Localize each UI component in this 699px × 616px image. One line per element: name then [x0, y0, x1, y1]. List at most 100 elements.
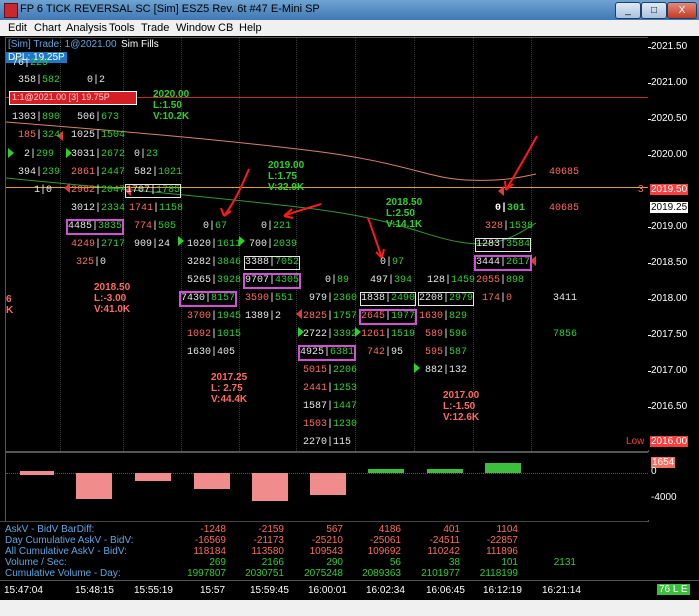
minimize-button[interactable]: _ [615, 2, 641, 19]
cell: 2962|2047 [71, 185, 126, 196]
cell: 1389|2 [245, 311, 282, 322]
cell: 1587|1447 [303, 401, 358, 412]
price-label: 2017.50 [651, 329, 688, 340]
cell-current: 0|301 [495, 203, 526, 214]
price-label: 2018.00 [651, 293, 688, 304]
bar-diff-graph[interactable] [5, 452, 649, 522]
time-axis[interactable]: 15:47:04 15:48:15 15:55:19 15:57 15:59:4… [0, 580, 699, 601]
cell: 0|97 [380, 257, 405, 268]
time-label: 15:57 [200, 585, 226, 596]
right-value: 40685 [549, 203, 580, 214]
signal-triangle-icon [530, 256, 536, 266]
cell: 328|1538 [485, 221, 534, 232]
cell: 2055|898 [476, 275, 525, 286]
right-value: 3411 [553, 293, 578, 304]
cell: 1503|1230 [303, 419, 358, 430]
menu-chart[interactable]: Chart [34, 22, 61, 34]
time-label: 16:21:14 [542, 585, 581, 596]
cell-highlight: 2208|2979 [417, 292, 475, 306]
cell: 979|2360 [309, 293, 358, 304]
cell: 358|582 [18, 75, 61, 86]
price-label: 2018.50 [651, 257, 688, 268]
menu-trade[interactable]: Trade [141, 22, 169, 34]
price-label: 2019.00 [651, 221, 688, 232]
low-label: Low [626, 436, 645, 447]
title-bar: FP 6 TICK REVERSAL SC [Sim] ESZ5 Rev. 6t… [0, 0, 699, 20]
time-label: 16:06:45 [426, 585, 465, 596]
app-icon [4, 3, 18, 18]
cell: 325|0 [76, 257, 107, 268]
cell: 174|0 [482, 293, 513, 304]
status-bar [0, 600, 699, 616]
time-label: 16:12:19 [483, 585, 522, 596]
cell-highlight: 3388|7052 [243, 256, 301, 270]
signal-triangle-icon [178, 236, 184, 246]
cell: 3282|3846 [187, 257, 242, 268]
price-label: 2021.50 [651, 41, 688, 52]
swing-annotation: 2018.50 L:-3.00 V:41.0K [94, 282, 131, 315]
current-price-label: 2019.25 [650, 202, 689, 213]
low-price-label: 2016.00 [650, 436, 689, 447]
cell: 394|239 [18, 167, 61, 178]
cell: 1303|890 [12, 112, 61, 123]
menu-edit[interactable]: Edit [8, 22, 27, 34]
price-label: 2016.50 [651, 401, 688, 412]
menu-bar: Edit Chart Analysis Tools Trade Window C… [0, 20, 699, 36]
swing-annotation: 2018.50 L:2.50 V:14.1K [386, 197, 423, 230]
cell: 742|95 [367, 347, 404, 358]
time-label: 16:00:01 [308, 585, 347, 596]
cell: 1741|1158 [129, 203, 184, 214]
menu-tools[interactable]: Tools [109, 22, 135, 34]
signal-triangle-icon [414, 363, 420, 373]
cell-highlight: 7430|8157 [178, 291, 238, 307]
cell: 3031|2672 [71, 149, 126, 160]
marker-price-label: 2019.50 [650, 184, 689, 195]
menu-window[interactable]: Window [176, 22, 215, 34]
chart-area[interactable]: [Sim] Trade: 1@2021.00 Sim Fills DPL: 19… [5, 37, 649, 452]
cell: 185|324 [18, 130, 61, 141]
cell-highlight: 1707|1785 [124, 184, 182, 198]
cell: 3012|2334 [71, 203, 126, 214]
window-title: FP 6 TICK REVERSAL SC [Sim] ESZ5 Rev. 6t… [20, 3, 320, 15]
marker-count: 3 [638, 184, 644, 195]
time-label: 15:59:45 [250, 585, 289, 596]
cell: 595|587 [425, 347, 468, 358]
cell: 700|2039 [249, 239, 298, 250]
time-label: 15:47:04 [4, 585, 43, 596]
cell: 1020|1611 [187, 239, 242, 250]
swing-annotation: 2017.00 L:-1.50 V:12.6K [443, 390, 480, 423]
status-badge: 76 L E [657, 584, 690, 595]
cell: 0|23 [134, 149, 159, 160]
cell-highlight: 4925|6381 [297, 345, 357, 361]
cell: 1261|1519 [361, 329, 416, 340]
cell: 1025|1504 [71, 130, 126, 141]
menu-help[interactable]: Help [239, 22, 262, 34]
cell: 909|24 [134, 239, 171, 250]
cell: 2|299 [24, 149, 55, 160]
maximize-button[interactable]: □ [641, 2, 667, 19]
close-button[interactable]: X [667, 2, 697, 19]
cell: 2825|1757 [303, 311, 358, 322]
bar-diff-scale: 1654 0 -4000 [648, 452, 699, 520]
cell: 1|0 [34, 185, 53, 196]
cell: 1630|829 [419, 311, 468, 322]
cell: 882|132 [425, 365, 468, 376]
signal-triangle-icon [498, 186, 504, 196]
signal-triangle-icon [8, 148, 14, 158]
cell: 2441|1253 [303, 383, 358, 394]
cell-highlight: 2645|1977 [358, 309, 418, 325]
right-value: 7856 [553, 329, 578, 340]
cell-highlight: 9707|4305 [242, 273, 302, 289]
swing-annotation: 2019.00 L:1.75 V:32.9K [268, 160, 305, 193]
cell: 4249|2717 [71, 239, 126, 250]
menu-cb[interactable]: CB [218, 22, 233, 34]
cell: 589|596 [425, 329, 468, 340]
menu-analysis[interactable]: Analysis [66, 22, 107, 34]
price-label: 2020.00 [651, 149, 688, 160]
price-scale[interactable]: 2021.50 2021.00 2020.50 2020.00 2019.50 … [648, 37, 699, 450]
cell: 774|505 [134, 221, 177, 232]
cell: 1092|1015 [187, 329, 242, 340]
cell: 0|89 [325, 275, 350, 286]
price-label: 2021.00 [651, 77, 688, 88]
stats-panel: AskV - BidV BarDiff: Day Cumulative AskV… [0, 521, 647, 580]
